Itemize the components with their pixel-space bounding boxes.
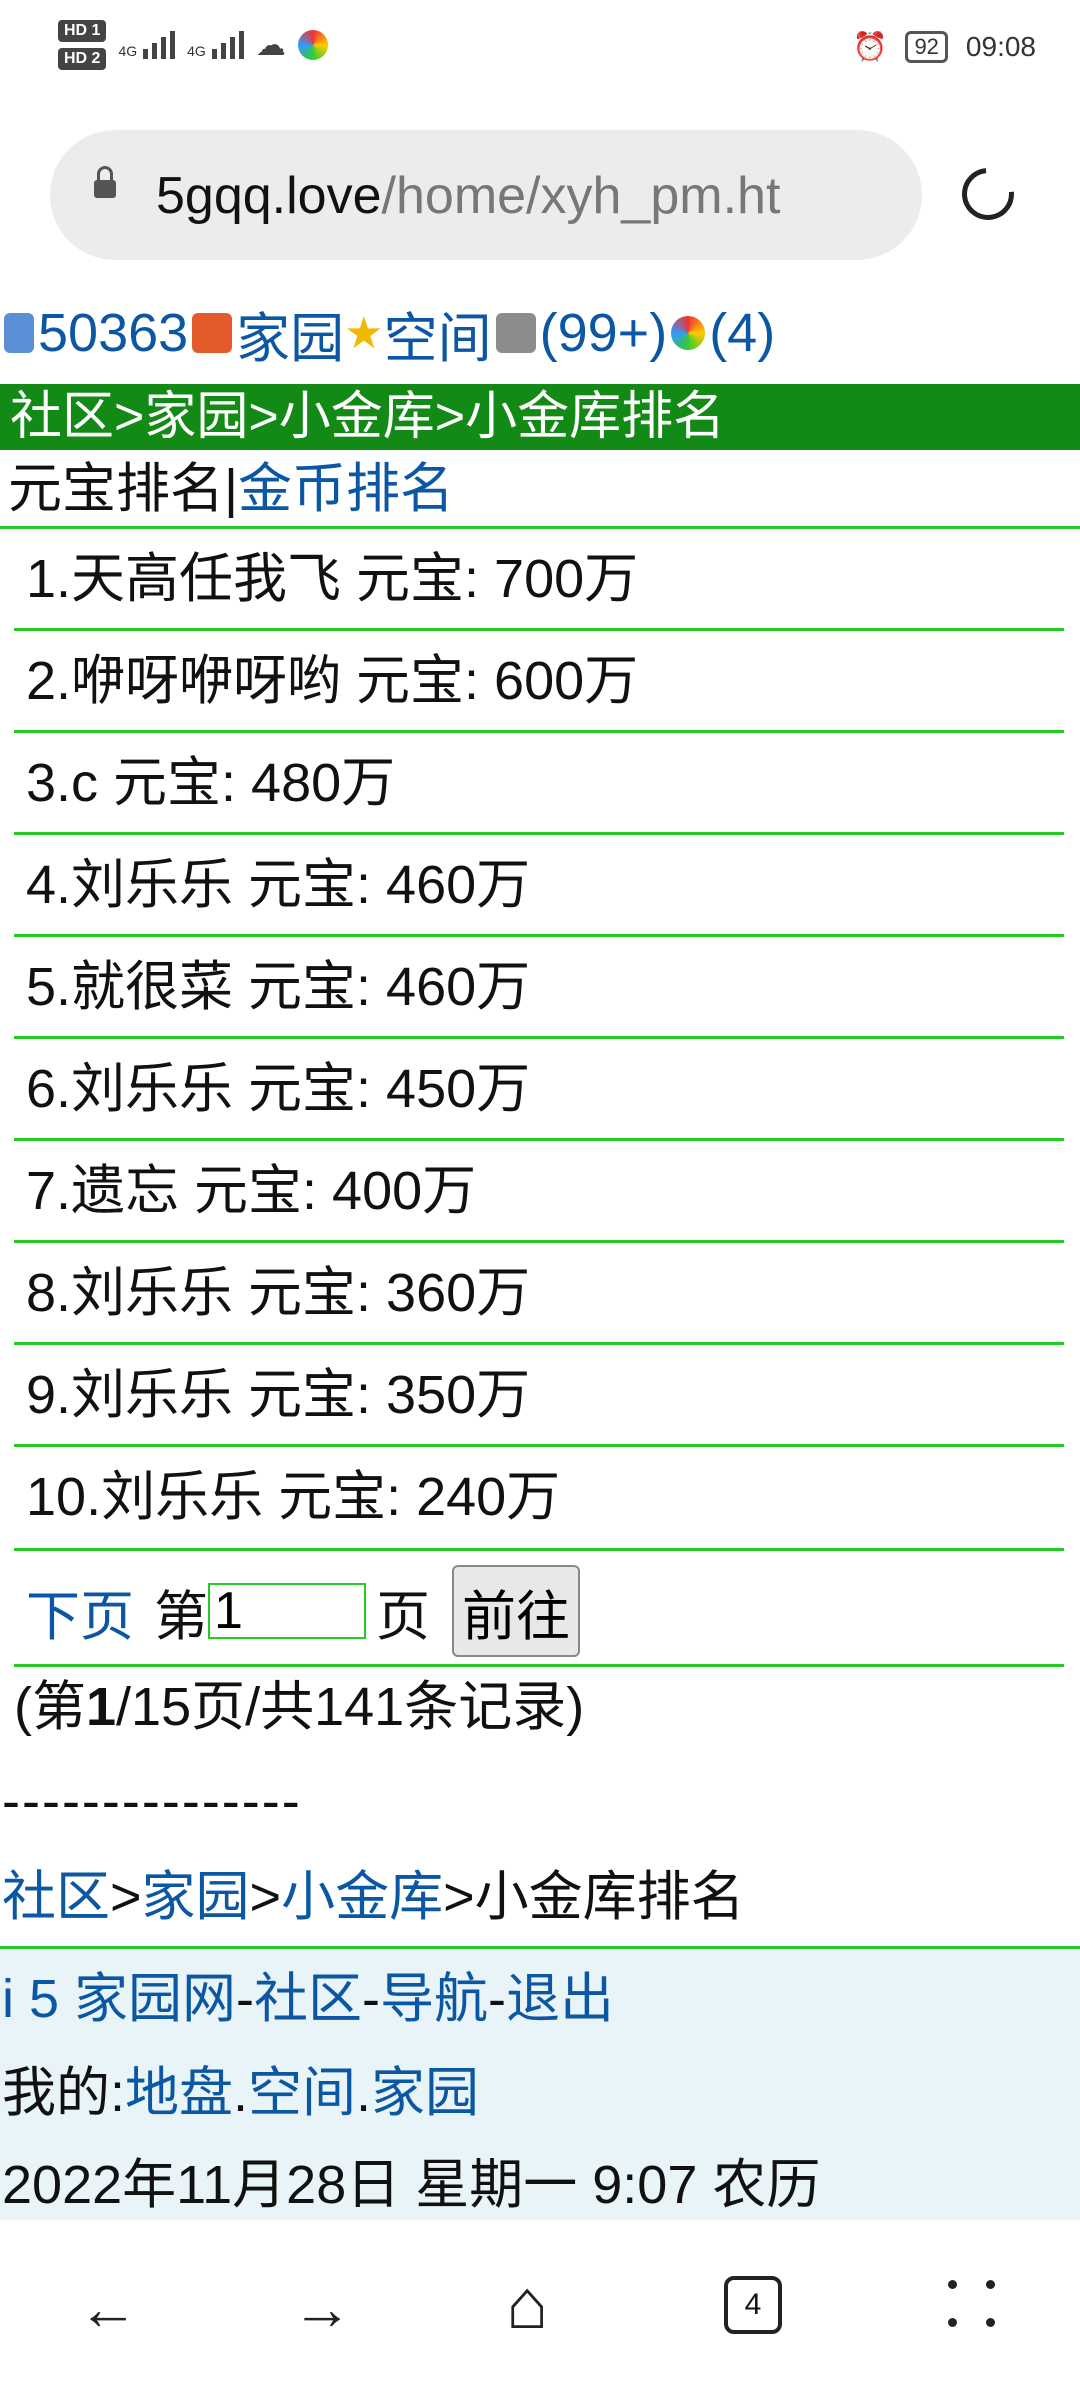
space-link-footer[interactable]: 空间 [248,2063,356,2123]
divider [14,832,1064,835]
url-host: 5gqq.love [156,167,382,225]
app-icon [297,30,328,60]
pager: 下页 第 页 前往 [26,1565,580,1657]
footer-mine: 我的:地盘.空间.家园 [2,2063,480,2123]
signal1-icon: 4G [118,31,176,59]
list-item: 8.刘乐乐 元宝: 360万 [26,1263,531,1323]
status-right: ⏰ 92 09:08 [853,30,1036,63]
record-summary: (第1/15页/共141条记录) [14,1677,585,1737]
tab-jinbi[interactable]: 金币排名 [238,459,454,519]
breadcrumb-community[interactable]: 社区 [2,1867,110,1927]
reload-icon[interactable] [951,157,1025,231]
message-count-link[interactable]: (99+) [540,302,668,364]
more-menu-icon[interactable] [948,2280,996,2328]
page-header: 社区>家园>小金库>小金库排名 [0,384,1080,450]
divider [14,1444,1064,1447]
tab-separator: | [224,459,239,519]
alarm-icon: ⏰ [852,31,888,62]
footer: i 5 家园网-社区-导航-退出 我的:地盘.空间.家园 2022年11月28日… [0,1950,1080,2220]
battery-icon: 92 [905,30,948,63]
divider [0,526,1080,529]
list-item: 3.c 元宝: 480万 [26,753,396,813]
divider [14,730,1064,733]
divider [14,1548,1064,1551]
signal2-icon: 4G [187,31,244,59]
list-item: 1.天高任我飞 元宝: 700万 [26,549,639,609]
colorwheel-icon [671,316,706,350]
status-left: HD 1 HD 2 4G 4G ☁ [58,20,328,70]
home-link-footer[interactable]: 家园 [371,2063,479,2123]
community-link[interactable]: 社区 [254,1969,362,2029]
divider [14,1240,1064,1243]
nav-link[interactable]: 导航 [380,1969,488,2029]
list-item: 5.就很菜 元宝: 460万 [26,957,531,1017]
list-item: 10.刘乐乐 元宝: 240万 [26,1467,561,1527]
list-item: 6.刘乐乐 元宝: 450万 [26,1059,531,1119]
star-icon: ★ [344,308,384,358]
user-info-row: 50363 家园 ★ 空间 (99+) (4) [0,298,775,369]
breadcrumb: 社区>家园>小金库>小金库排名 [2,1867,745,1927]
hd-indicators: HD 1 HD 2 [58,20,107,70]
footer-links: i 5 家园网-社区-导航-退出 [2,1969,614,2029]
ranking-tabs: 元宝排名|金币排名 [8,454,454,524]
forward-icon[interactable]: → [292,2274,352,2343]
status-time: 09:08 [965,30,1036,62]
site-link[interactable]: i 5 家园网 [2,1969,236,2029]
land-link[interactable]: 地盘 [125,2063,233,2123]
house-icon [192,313,233,353]
dash-divider: --------------- [2,1771,302,1831]
go-button[interactable]: 前往 [452,1565,580,1657]
hd1-badge: HD 1 [58,20,107,42]
lock-icon [94,166,116,198]
url-path: /home/xyh_pm.ht [381,167,781,225]
page-label-post: 页 [376,1586,430,1647]
divider [14,1342,1064,1345]
space-link[interactable]: 空间 [384,294,492,373]
list-item: 4.刘乐乐 元宝: 460万 [26,855,531,915]
next-page-link[interactable]: 下页 [26,1572,134,1651]
breadcrumb-home[interactable]: 家园 [142,1867,250,1927]
divider [14,1036,1064,1039]
breadcrumb-vault[interactable]: 小金库 [281,1867,443,1927]
back-icon[interactable]: ← [78,2274,138,2343]
chat-icon: ☁ [255,28,286,62]
other-count-link[interactable]: (4) [709,302,775,364]
hd2-badge: HD 2 [58,48,107,70]
home-icon[interactable]: ⌂ [506,2264,548,2344]
tab-count-icon[interactable]: 4 [724,2276,782,2334]
logout-link[interactable]: 退出 [506,1969,614,2029]
user-id-link[interactable]: 50363 [38,302,188,364]
user-icon [4,313,34,353]
address-bar[interactable]: 5gqq.love/home/xyh_pm.ht [50,130,922,260]
divider [14,1138,1064,1141]
list-item: 9.刘乐乐 元宝: 350万 [26,1365,531,1425]
divider [14,934,1064,937]
browser-nav-bar: ← → ⌂ [0,2220,1080,2388]
home-link[interactable]: 家园 [236,294,344,373]
url-text[interactable]: 5gqq.love/home/xyh_pm.ht [156,166,908,226]
list-item: 2.咿呀咿呀哟 元宝: 600万 [26,651,639,711]
bank-icon [495,313,536,353]
list-item: 7.遗忘 元宝: 400万 [26,1161,477,1221]
tab-yuanbao: 元宝排名 [8,459,224,519]
page-label-pre: 第 [154,1586,208,1647]
divider [14,1664,1064,1667]
status-bar: HD 1 HD 2 4G 4G ☁ ⏰ 92 09:08 [0,0,1080,108]
page-number-input[interactable] [208,1583,366,1639]
current-page: 1 [85,1677,117,1737]
footer-date: 2022年11月28日 星期一 9:07 农历 [2,2155,821,2215]
breadcrumb-current: 小金库排名 [474,1867,745,1927]
divider [0,1946,1080,1949]
divider [14,628,1064,631]
